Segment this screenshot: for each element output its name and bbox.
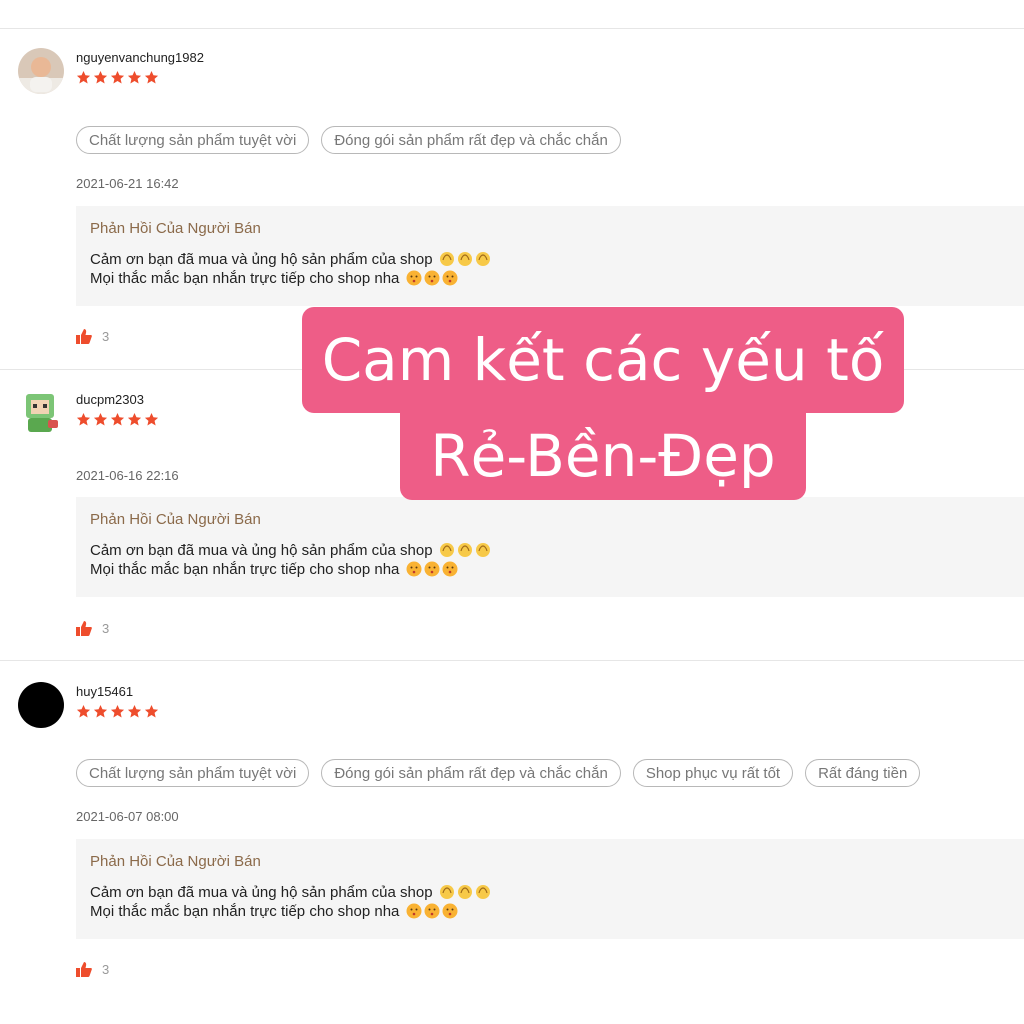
avatar[interactable] xyxy=(18,48,64,94)
star-icon xyxy=(127,704,142,718)
kissing-face-emoji xyxy=(424,270,440,286)
star-icon xyxy=(93,70,108,84)
promo-banner-line2: Rẻ-Bền-Đẹp xyxy=(400,412,806,500)
kissing-face-emoji xyxy=(442,561,458,577)
star-icon xyxy=(144,704,159,718)
like-count: 3 xyxy=(102,621,110,636)
seller-reply-line: Cảm ơn bạn đã mua và ủng hộ sản phẩm của… xyxy=(90,251,433,268)
review-tag: Chất lượng sản phẩm tuyệt vời xyxy=(76,759,310,787)
star-icon xyxy=(110,412,125,426)
star-icon xyxy=(110,704,125,718)
kissing-face-emoji xyxy=(406,270,422,286)
like-button[interactable]: 3 xyxy=(76,329,109,344)
like-count: 3 xyxy=(102,962,110,977)
kissing-face-emoji xyxy=(406,903,422,919)
clapping-hands-emoji xyxy=(439,252,454,266)
star-icon xyxy=(76,704,91,718)
kissing-face-emoji xyxy=(424,903,440,919)
avatar[interactable] xyxy=(18,390,64,436)
review-divider xyxy=(0,660,1024,661)
clapping-hands-emoji xyxy=(457,885,472,899)
review-timestamp: 2021-06-16 22:16 xyxy=(76,468,179,483)
star-icon xyxy=(127,70,142,84)
review-tag: Đóng gói sản phẩm rất đẹp và chắc chắn xyxy=(321,126,621,154)
kissing-face-emoji xyxy=(406,561,422,577)
clapping-hands-emoji xyxy=(475,543,490,557)
seller-reply-title: Phản Hồi Của Người Bán xyxy=(90,511,261,528)
star-icon xyxy=(93,704,108,718)
star-icon xyxy=(76,70,91,84)
review-tag: Chất lượng sản phẩm tuyệt vời xyxy=(76,126,310,154)
star-icon xyxy=(93,412,108,426)
star-icon xyxy=(127,412,142,426)
review-tags: Chất lượng sản phẩm tuyệt vời Đóng gói s… xyxy=(76,126,621,154)
seller-reply-line: Mọi thắc mắc bạn nhắn trực tiếp cho shop… xyxy=(90,561,400,578)
seller-reply-line: Cảm ơn bạn đã mua và ủng hộ sản phẩm của… xyxy=(90,542,433,559)
avatar[interactable] xyxy=(18,682,64,728)
like-button[interactable]: 3 xyxy=(76,621,109,636)
review-item: huy15461 Chất lượng sản phẩm tuyệt vời Đ… xyxy=(0,682,1024,992)
top-divider xyxy=(0,28,1024,29)
thumbs-up-icon xyxy=(76,621,92,636)
promo-banner-line1: Cam kết các yếu tố xyxy=(302,307,904,413)
kissing-face-emoji xyxy=(424,561,440,577)
star-icon xyxy=(144,412,159,426)
clapping-hands-emoji xyxy=(457,252,472,266)
clapping-hands-emoji xyxy=(439,543,454,557)
seller-reply-line: Mọi thắc mắc bạn nhắn trực tiếp cho shop… xyxy=(90,903,400,920)
star-rating xyxy=(76,412,159,428)
like-count: 3 xyxy=(102,329,110,344)
star-rating xyxy=(76,704,159,720)
seller-reply: Phản Hồi Của Người Bán Cảm ơn bạn đã mua… xyxy=(76,839,1024,939)
clapping-hands-emoji xyxy=(439,885,454,899)
username[interactable]: ducpm2303 xyxy=(76,392,144,407)
seller-reply-line: Cảm ơn bạn đã mua và ủng hộ sản phẩm của… xyxy=(90,884,433,901)
seller-reply: Phản Hồi Của Người Bán Cảm ơn bạn đã mua… xyxy=(76,206,1024,306)
star-rating xyxy=(76,70,159,86)
thumbs-up-icon xyxy=(76,329,92,344)
review-tag: Đóng gói sản phẩm rất đẹp và chắc chắn xyxy=(321,759,621,787)
star-icon xyxy=(76,412,91,426)
username[interactable]: nguyenvanchung1982 xyxy=(76,50,204,65)
star-icon xyxy=(144,70,159,84)
thumbs-up-icon xyxy=(76,962,92,977)
like-button[interactable]: 3 xyxy=(76,962,109,977)
seller-reply-title: Phản Hồi Của Người Bán xyxy=(90,220,261,237)
review-tag: Rất đáng tiền xyxy=(805,759,921,787)
username[interactable]: huy15461 xyxy=(76,684,133,699)
review-tag: Shop phục vụ rất tốt xyxy=(632,759,794,787)
review-timestamp: 2021-06-07 08:00 xyxy=(76,809,179,824)
kissing-face-emoji xyxy=(442,903,458,919)
review-tags: Chất lượng sản phẩm tuyệt vời Đóng gói s… xyxy=(76,759,921,787)
star-icon xyxy=(110,70,125,84)
seller-reply-line: Mọi thắc mắc bạn nhắn trực tiếp cho shop… xyxy=(90,270,400,287)
review-timestamp: 2021-06-21 16:42 xyxy=(76,176,179,191)
kissing-face-emoji xyxy=(442,270,458,286)
seller-reply: Phản Hồi Của Người Bán Cảm ơn bạn đã mua… xyxy=(76,497,1024,597)
clapping-hands-emoji xyxy=(475,252,490,266)
clapping-hands-emoji xyxy=(457,543,472,557)
seller-reply-title: Phản Hồi Của Người Bán xyxy=(90,853,261,870)
clapping-hands-emoji xyxy=(475,885,490,899)
